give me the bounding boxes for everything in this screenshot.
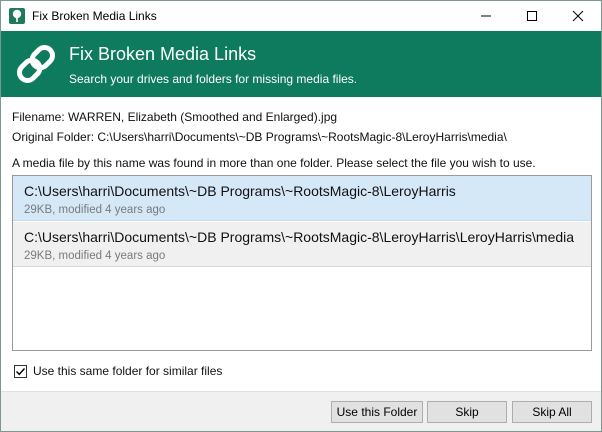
folder-results-list[interactable]: C:\Users\harri\Documents\~DB Programs\~R… bbox=[12, 175, 592, 351]
minimize-button[interactable] bbox=[463, 1, 509, 31]
banner-title: Fix Broken Media Links bbox=[69, 44, 257, 64]
list-item-meta: 29KB, modified 4 years ago bbox=[24, 250, 166, 262]
original-folder-label: Original Folder: C:\Users\harri\Document… bbox=[12, 130, 507, 144]
title-bar[interactable]: Fix Broken Media Links bbox=[1, 1, 601, 31]
header-banner: Fix Broken Media Links Search your drive… bbox=[1, 31, 601, 97]
list-item-path: C:\Users\harri\Documents\~DB Programs\~R… bbox=[24, 183, 456, 199]
list-item-meta: 29KB, modified 4 years ago bbox=[24, 204, 166, 216]
link-icon bbox=[13, 41, 59, 87]
list-item[interactable]: C:\Users\harri\Documents\~DB Programs\~R… bbox=[13, 222, 591, 267]
same-folder-checkbox[interactable] bbox=[14, 364, 27, 378]
checkmark-icon bbox=[16, 367, 26, 375]
same-folder-option[interactable]: Use this same folder for similar files bbox=[14, 363, 222, 379]
list-item-path: C:\Users\harri\Documents\~DB Programs\~R… bbox=[24, 229, 575, 245]
fix-broken-media-links-dialog: Fix Broken Media Links Fix Broken Media … bbox=[0, 0, 602, 432]
filename-label: Filename: WARREN, Elizabeth (Smoothed an… bbox=[12, 110, 338, 124]
banner-subtitle: Search your drives and folders for missi… bbox=[69, 72, 358, 86]
instruction-text: A media file by this name was found in m… bbox=[12, 156, 536, 170]
maximize-icon bbox=[527, 11, 537, 21]
skip-button[interactable]: Skip bbox=[427, 401, 507, 423]
window-title: Fix Broken Media Links bbox=[32, 9, 157, 23]
maximize-button[interactable] bbox=[509, 1, 555, 31]
button-bar: Use this Folder Skip Skip All bbox=[1, 391, 601, 431]
close-icon bbox=[572, 10, 584, 22]
minimize-icon bbox=[481, 15, 491, 17]
tree-icon bbox=[9, 8, 25, 24]
list-item[interactable]: C:\Users\harri\Documents\~DB Programs\~R… bbox=[13, 176, 591, 221]
close-button[interactable] bbox=[555, 1, 601, 31]
use-this-folder-button[interactable]: Use this Folder bbox=[331, 401, 423, 423]
skip-all-button[interactable]: Skip All bbox=[512, 401, 592, 423]
same-folder-label[interactable]: Use this same folder for similar files bbox=[33, 364, 222, 378]
